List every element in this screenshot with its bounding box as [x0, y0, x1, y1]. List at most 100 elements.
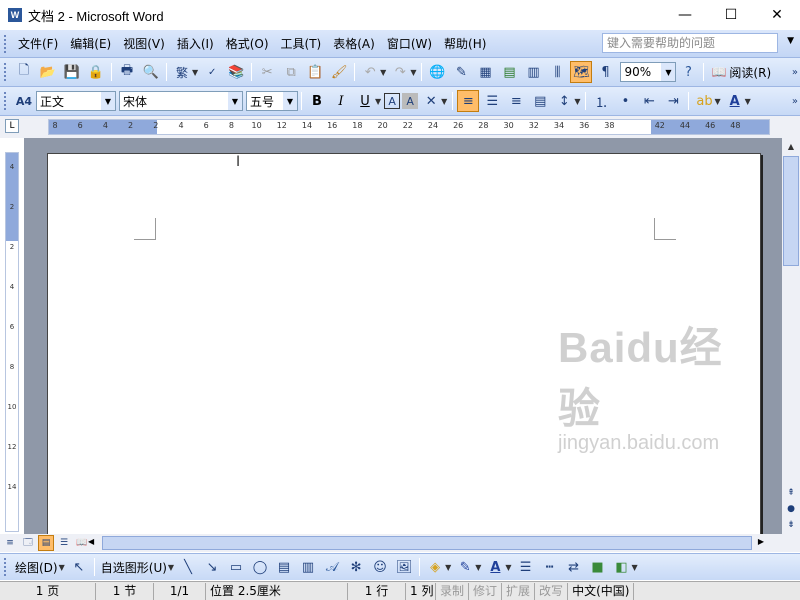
menu-view[interactable]: 视图(V) — [117, 33, 171, 55]
highlight-icon[interactable]: ab — [693, 90, 715, 112]
decrease-indent-icon[interactable]: ⇤ — [638, 90, 660, 112]
dropdown-arrow-icon[interactable]: ▼ — [441, 97, 447, 106]
align-justify-icon[interactable]: ≡ — [457, 90, 480, 112]
vertical-scrollbar[interactable]: ▲ ⇞ ● ⇟ — [782, 138, 800, 534]
dropdown-arrow-icon[interactable]: ▼ — [375, 97, 381, 106]
help-icon[interactable]: ? — [677, 61, 699, 83]
autoshapes-button[interactable]: 自选图形(U) — [98, 559, 170, 576]
word-app-icon[interactable]: W — [8, 8, 22, 22]
copy-icon[interactable]: ⧉ — [280, 61, 302, 83]
dropdown-arrow-icon[interactable]: ▼ — [505, 563, 511, 572]
traditional-chinese-icon[interactable]: 繁 — [171, 61, 193, 83]
zoom-select[interactable]: 90% ▼ — [620, 62, 677, 82]
character-scaling-icon[interactable]: ✕ — [420, 90, 442, 112]
vertical-textbox-icon[interactable]: ▥ — [297, 556, 319, 578]
menu-tools[interactable]: 工具(T) — [275, 33, 328, 55]
arrow-icon[interactable]: ↘ — [201, 556, 223, 578]
dropdown-arrow-icon[interactable]: ▼ — [410, 68, 416, 77]
minimize-button[interactable]: — — [662, 0, 708, 30]
insert-table-icon[interactable]: ▦ — [474, 61, 496, 83]
menu-format[interactable]: 格式(O) — [220, 33, 275, 55]
outline-view-icon[interactable]: ☰ — [56, 535, 72, 551]
next-page-icon[interactable]: ⇟ — [782, 518, 800, 532]
chevron-down-icon[interactable]: ▼ — [101, 92, 115, 110]
cut-icon[interactable]: ✂ — [256, 61, 278, 83]
permission-icon[interactable]: 🔒 — [85, 61, 107, 83]
drawing-icon[interactable]: ⫼ — [546, 61, 568, 83]
menu-table[interactable]: 表格(A) — [327, 33, 381, 55]
draw-menu-button[interactable]: 绘图(D) — [12, 559, 61, 576]
font-color-draw-icon[interactable]: A — [484, 556, 506, 578]
status-overtype[interactable]: 改写 — [535, 582, 569, 600]
close-button[interactable]: ✕ — [754, 0, 800, 30]
character-border-icon[interactable]: A — [384, 93, 401, 109]
scroll-left-icon[interactable]: ◀ — [88, 537, 94, 546]
dropdown-arrow-icon[interactable]: ▼ — [380, 68, 386, 77]
show-hide-icon[interactable]: ¶ — [594, 61, 616, 83]
font-select[interactable]: 宋体 ▼ — [119, 91, 243, 111]
3d-icon[interactable]: ◧ — [611, 556, 633, 578]
format-painter-icon[interactable]: 🖌 — [328, 61, 350, 83]
dropdown-arrow-icon[interactable]: ▼ — [192, 68, 198, 77]
save-icon[interactable]: 💾 — [61, 61, 83, 83]
chevron-down-icon[interactable]: ▼ — [283, 92, 297, 110]
rectangle-icon[interactable]: ▭ — [225, 556, 247, 578]
menu-help[interactable]: 帮助(H) — [438, 33, 492, 55]
chevron-down-icon[interactable]: ▼ — [228, 92, 242, 110]
line-icon[interactable]: ╲ — [177, 556, 199, 578]
arrow-style-icon[interactable]: ⇄ — [563, 556, 585, 578]
normal-view-icon[interactable]: ≡ — [2, 535, 18, 551]
research-icon[interactable]: 📚 — [225, 61, 247, 83]
distributed-icon[interactable]: ▤ — [529, 90, 551, 112]
print-preview-icon[interactable]: 🔍 — [140, 61, 162, 83]
tables-borders-icon[interactable]: ✎ — [450, 61, 472, 83]
toolbar-options-icon[interactable]: » — [792, 96, 798, 107]
clipart-icon[interactable]: ☺ — [369, 556, 391, 578]
select-objects-icon[interactable]: ↖ — [68, 556, 90, 578]
help-dropdown-icon[interactable]: ▼ — [787, 36, 794, 46]
vertical-ruler[interactable]: 4 2 2 4 6 8 10 12 14 — [5, 152, 19, 532]
toolbar-options-icon[interactable]: » — [792, 67, 798, 78]
line-spacing-icon[interactable]: ↕ — [553, 90, 575, 112]
style-select[interactable]: 正文 ▼ — [36, 91, 116, 111]
paste-icon[interactable]: 📋 — [304, 61, 326, 83]
document-page[interactable]: I Baidu经验 jingyan.baidu.com — [47, 153, 761, 534]
status-extend[interactable]: 扩展 — [502, 582, 536, 600]
underline-button[interactable]: U — [354, 90, 376, 112]
align-right-icon[interactable]: ≡ — [505, 90, 527, 112]
scroll-up-icon[interactable]: ▲ — [782, 138, 800, 154]
status-language[interactable]: 中文(中国) — [568, 582, 635, 600]
browse-object-icon[interactable]: ● — [782, 502, 800, 516]
document-area[interactable]: I Baidu经验 jingyan.baidu.com — [24, 138, 782, 534]
spelling-icon[interactable]: ✓ — [201, 61, 223, 83]
print-layout-icon[interactable]: ▤ — [38, 535, 54, 551]
menu-edit[interactable]: 编辑(E) — [64, 33, 117, 55]
toolbar-grip[interactable] — [4, 63, 8, 81]
undo-icon[interactable]: ↶ — [359, 61, 381, 83]
horizontal-scroll-thumb[interactable] — [102, 536, 752, 550]
print-icon[interactable]: 🖶 — [116, 61, 138, 83]
horizontal-ruler[interactable]: 8 6 4 2 2 4 6 8 10 12 14 16 18 20 22 24 26 28 30 32 34 36 38 42… — [48, 119, 770, 135]
help-search-input[interactable]: 键入需要帮助的问题 — [602, 33, 778, 53]
maximize-button[interactable]: ☐ — [708, 0, 754, 30]
menubar-grip[interactable] — [4, 34, 8, 53]
scroll-right-icon[interactable]: ▶ — [758, 537, 764, 546]
line-style-icon[interactable]: ☰ — [515, 556, 537, 578]
increase-indent-icon[interactable]: ⇥ — [662, 90, 684, 112]
numbering-icon[interactable]: ⒈ — [590, 90, 612, 112]
bullets-icon[interactable]: • — [614, 90, 636, 112]
dropdown-arrow-icon[interactable]: ▼ — [445, 563, 451, 572]
dropdown-arrow-icon[interactable]: ▼ — [574, 97, 580, 106]
open-folder-icon[interactable]: 📂 — [37, 61, 59, 83]
insert-excel-icon[interactable]: ▤ — [498, 61, 520, 83]
fill-color-icon[interactable]: ◈ — [424, 556, 446, 578]
new-document-icon[interactable]: 🗋 — [13, 61, 35, 83]
align-center-icon[interactable]: ☰ — [481, 90, 503, 112]
menu-file[interactable]: 文件(F) — [12, 33, 64, 55]
textbox-icon[interactable]: ▤ — [273, 556, 295, 578]
picture-icon[interactable]: 🖼 — [393, 556, 415, 578]
tab-selector-icon[interactable]: L — [5, 119, 19, 133]
status-track-changes[interactable]: 修订 — [469, 582, 503, 600]
columns-icon[interactable]: ▥ — [522, 61, 544, 83]
font-color-icon[interactable]: A — [724, 90, 746, 112]
